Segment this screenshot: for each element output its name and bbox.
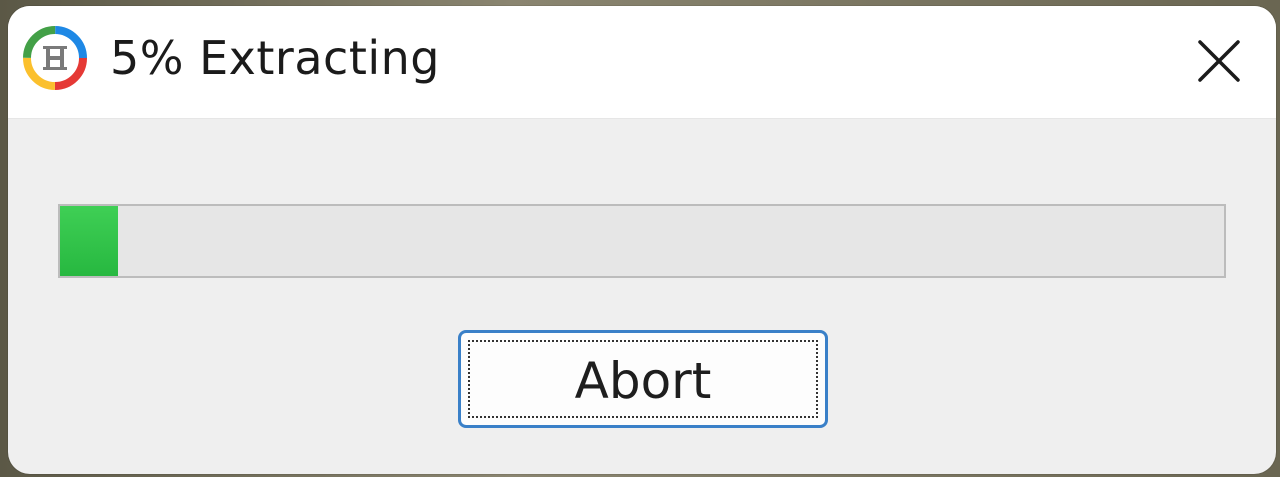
progress-bar [58,204,1226,278]
title-bar: 5% Extracting [8,6,1276,119]
abort-button-label: Abort [574,352,712,410]
progress-fill [60,206,119,276]
close-icon[interactable] [1196,38,1242,84]
extract-progress-dialog: 5% Extracting Abort [8,6,1276,474]
abort-button[interactable]: Abort [458,330,828,428]
circular-logo-icon [23,26,87,90]
window-title: 5% Extracting [110,31,440,85]
